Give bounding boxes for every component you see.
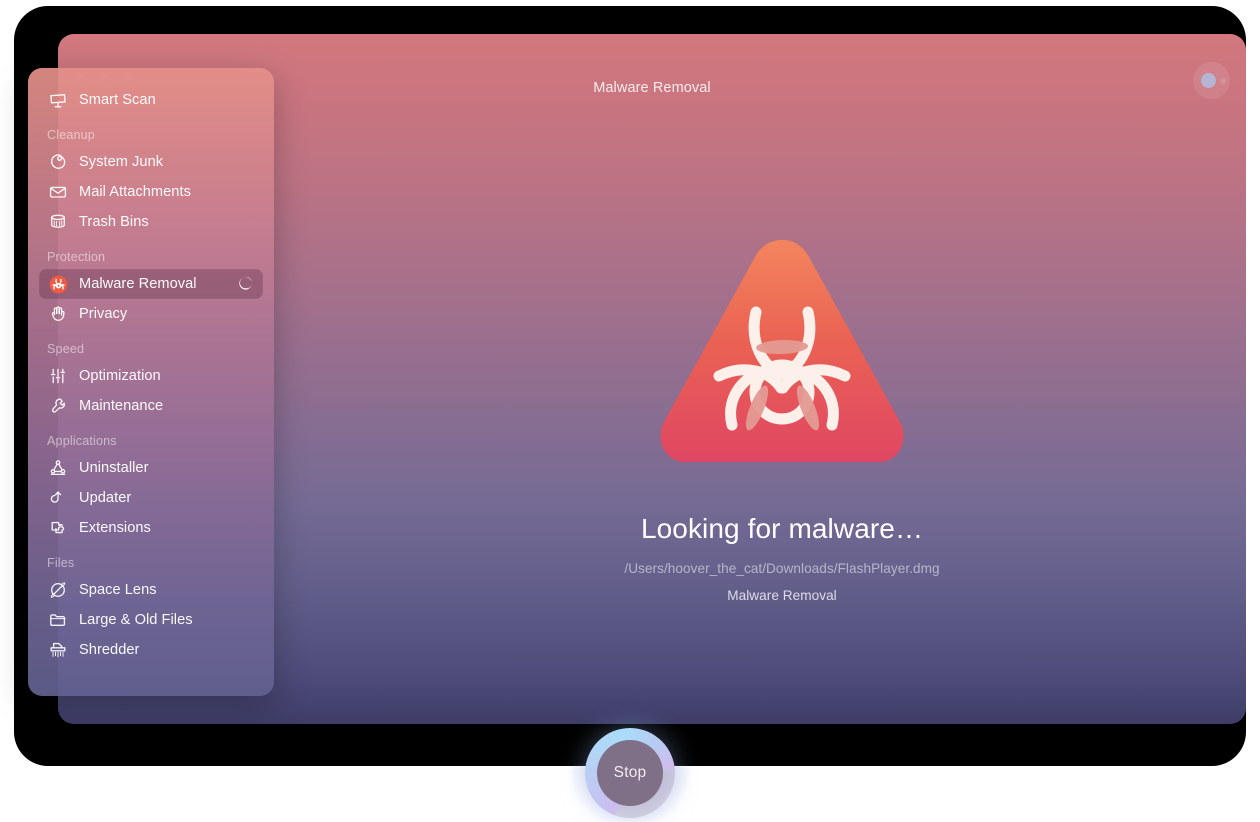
sidebar-item-space-lens[interactable]: Space Lens (39, 575, 263, 605)
sidebar-item-label: System Junk (79, 154, 164, 170)
smart-scan-icon (47, 89, 69, 111)
sidebar-item-label: Smart Scan (79, 92, 156, 108)
device-frame: Malware Removal Looking for malware… /Us… (14, 6, 1246, 822)
uninstaller-icon (47, 457, 69, 479)
trash-bins-icon (47, 211, 69, 233)
status-dot-icon (1220, 78, 1226, 84)
space-lens-icon (47, 579, 69, 601)
sidebar: Smart Scan Cleanup System Junk Mail Attac… (28, 68, 274, 696)
sidebar-section-header: Applications (47, 434, 117, 448)
biohazard-icon (47, 273, 69, 295)
sidebar-item-malware-removal[interactable]: Malware Removal (39, 269, 263, 299)
sidebar-item-optimization[interactable]: Optimization (39, 361, 263, 391)
scan-activity-spinner-icon (238, 276, 253, 291)
sidebar-section-header: Cleanup (47, 128, 95, 142)
main-content: Looking for malware… /Users/hoover_the_c… (318, 90, 1246, 724)
sidebar-item-label: Trash Bins (79, 214, 149, 230)
sidebar-item-shredder[interactable]: Shredder (39, 635, 263, 665)
sidebar-item-updater[interactable]: Updater (39, 483, 263, 513)
sidebar-item-label: Large & Old Files (79, 612, 193, 628)
sidebar-item-smart-scan[interactable]: Smart Scan (39, 85, 263, 115)
sidebar-item-maintenance[interactable]: Maintenance (39, 391, 263, 421)
sidebar-section-header: Speed (47, 342, 85, 356)
sidebar-item-extensions[interactable]: Extensions (39, 513, 263, 543)
sidebar-section-header: Protection (47, 250, 106, 264)
updater-arrow-icon (47, 487, 69, 509)
sidebar-top-spacer (28, 70, 274, 85)
sidebar-item-label: Malware Removal (79, 276, 197, 292)
biohazard-triangle-icon (653, 232, 911, 477)
mail-attachments-icon (47, 181, 69, 203)
sidebar-item-label: Mail Attachments (79, 184, 191, 200)
sidebar-item-label: Space Lens (79, 582, 157, 598)
sliders-icon (47, 365, 69, 387)
sidebar-item-label: Extensions (79, 520, 151, 536)
stop-scan-button[interactable]: Stop (585, 728, 675, 818)
scan-current-path: /Users/hoover_the_cat/Downloads/FlashPla… (624, 561, 940, 576)
sidebar-item-large-old-files[interactable]: Large & Old Files (39, 605, 263, 635)
shredder-icon (47, 639, 69, 661)
sidebar-item-uninstaller[interactable]: Uninstaller (39, 453, 263, 483)
sidebar-item-label: Maintenance (79, 398, 164, 414)
sidebar-item-label: Uninstaller (79, 460, 149, 476)
account-avatar-icon (1201, 73, 1216, 88)
sidebar-item-label: Updater (79, 490, 132, 506)
scan-module-name: Malware Removal (727, 588, 837, 603)
system-junk-icon (47, 151, 69, 173)
privacy-hand-icon (47, 303, 69, 325)
stop-button-center: Stop (597, 740, 663, 806)
sidebar-item-label: Shredder (79, 642, 140, 658)
folder-icon (47, 609, 69, 631)
sidebar-item-system-junk[interactable]: System Junk (39, 147, 263, 177)
wrench-icon (47, 395, 69, 417)
extensions-puzzle-icon (47, 517, 69, 539)
sidebar-section-header: Files (47, 556, 75, 570)
scan-status-title: Looking for malware… (640, 513, 924, 544)
sidebar-item-label: Privacy (79, 306, 128, 322)
sidebar-item-mail-attachments[interactable]: Mail Attachments (39, 177, 263, 207)
stop-button-label: Stop (613, 764, 647, 781)
stop-button-area: Stop (14, 728, 1246, 818)
sidebar-item-trash-bins[interactable]: Trash Bins (39, 207, 263, 237)
sidebar-item-privacy[interactable]: Privacy (39, 299, 263, 329)
account-status-button[interactable] (1193, 62, 1230, 99)
sidebar-item-label: Optimization (79, 368, 161, 384)
